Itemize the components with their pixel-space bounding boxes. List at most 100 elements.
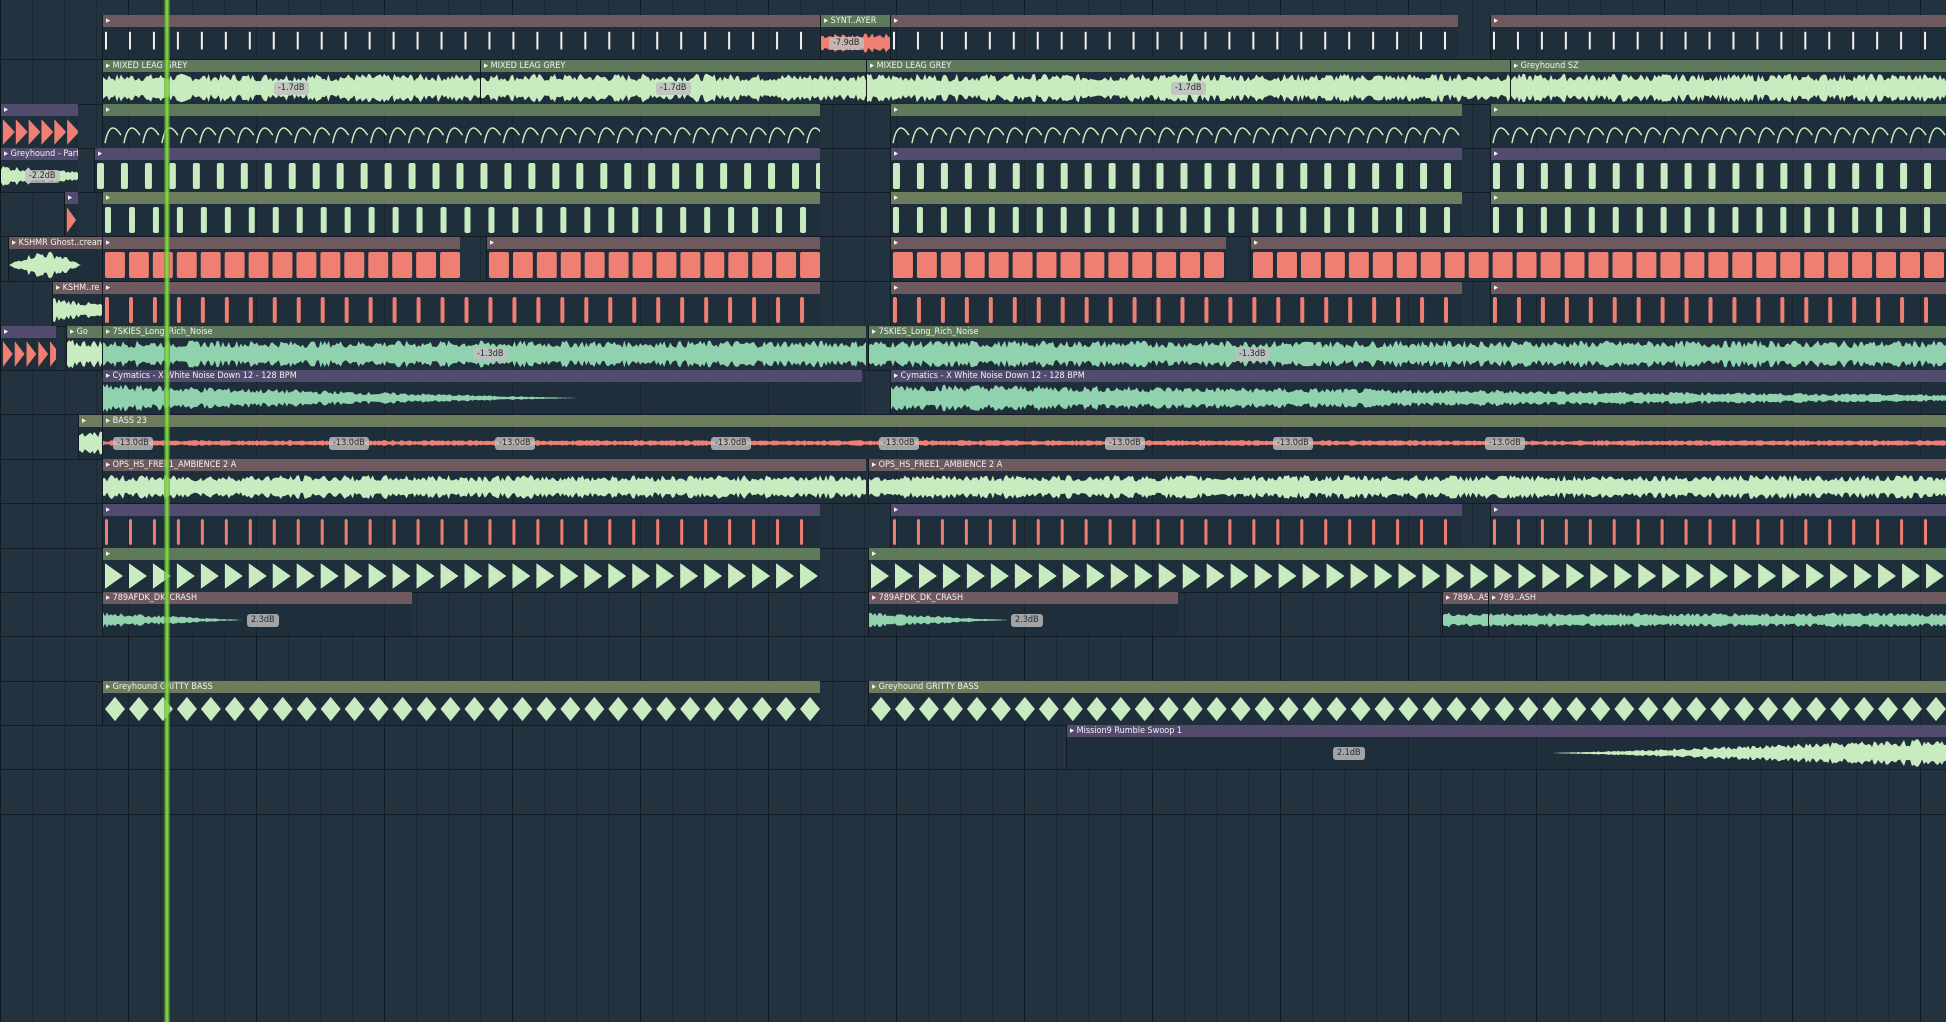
audio-clip[interactable]: ▸ 7SKIES_Long_Rich_Noise -1.3dB xyxy=(868,326,1946,370)
waveform-segment xyxy=(104,127,122,144)
playhead-marker[interactable] xyxy=(164,0,170,1022)
audio-clip[interactable]: ▸ xyxy=(78,415,102,459)
audio-clip[interactable]: ▸ xyxy=(486,237,820,281)
waveform-segment xyxy=(512,207,519,233)
waveform-segment xyxy=(1684,252,1705,278)
audio-clip[interactable]: ▸ KSHMR Ghost..cream (F#) xyxy=(8,237,102,281)
audio-clip[interactable]: ▸ 789AFDK_DK_CRASH 2.3dB xyxy=(102,592,412,636)
audio-clip[interactable]: ▸ xyxy=(1490,282,1946,326)
audio-clip[interactable]: ▸ xyxy=(102,104,820,148)
audio-clip[interactable]: ▸ xyxy=(1490,104,1946,148)
audio-clip[interactable]: ▸ BASS 23 -13.0dB -13.0dB -13.0dB -13.0dB -13… xyxy=(102,415,1946,459)
audio-clip[interactable]: ▸ xyxy=(1490,15,1946,59)
audio-clip[interactable]: ▸ xyxy=(890,15,1458,59)
waveform-segment xyxy=(120,163,128,189)
waveform-segment xyxy=(1276,252,1297,278)
waveform-segment xyxy=(1660,163,1668,189)
waveform-segment xyxy=(1924,519,1928,545)
audio-clip[interactable]: ▸ MIXED LEAG GREY -1.7dB xyxy=(866,60,1510,104)
audio-clip[interactable]: ▸ 789..ASH xyxy=(1488,592,1946,636)
waveform-segment xyxy=(320,696,341,722)
waveform-segment xyxy=(1276,31,1279,50)
audio-clip[interactable]: ▸ xyxy=(1490,504,1946,548)
waveform-segment xyxy=(1348,207,1355,233)
waveform-segment xyxy=(1636,31,1639,50)
waveform-segment xyxy=(368,207,375,233)
audio-clip[interactable]: ▸ MIXED LEAG GREY -1.7dB xyxy=(102,60,480,104)
waveform-segment xyxy=(536,519,540,545)
clip-waveform-area xyxy=(1491,27,1946,59)
waveform-segment xyxy=(632,696,653,722)
waveform-segment xyxy=(2,119,15,145)
waveform-segment xyxy=(870,563,889,589)
audio-clip[interactable]: ▸ Greyhound - Part_14 -2.2dB xyxy=(0,148,78,192)
waveform-segment xyxy=(1516,163,1524,189)
audio-clip[interactable]: ▸ xyxy=(1490,192,1946,236)
clip-waveform-area xyxy=(103,116,820,148)
audio-clip[interactable]: ▸ xyxy=(64,192,78,236)
audio-clip[interactable]: ▸ Cymatics - X White Noise Down 12 - 128… xyxy=(890,370,1946,414)
audio-clip[interactable]: ▸ xyxy=(102,504,820,548)
audio-clip[interactable]: ▸ xyxy=(890,504,1462,548)
clip-waveform-area: 2.3dB xyxy=(103,604,412,636)
audio-clip[interactable]: ▸ 789AFDK_DK_CRASH 2.3dB xyxy=(868,592,1178,636)
waveform-segment xyxy=(1900,207,1907,233)
audio-clip[interactable]: ▸ xyxy=(1250,237,1946,281)
audio-clip[interactable]: ▸ Go xyxy=(66,326,102,370)
audio-clip[interactable]: ▸ xyxy=(102,282,820,326)
audio-clip[interactable]: ▸ xyxy=(102,548,820,592)
audio-clip[interactable]: ▸ xyxy=(890,192,1462,236)
waveform-segment xyxy=(1804,297,1809,323)
audio-clip[interactable]: ▸ Mission9 Rumble Swoop 1 2.1dB xyxy=(1066,725,1946,769)
audio-clip[interactable]: ▸ xyxy=(94,148,820,192)
clip-waveform-area xyxy=(67,338,102,370)
waveform-graphic xyxy=(892,127,1460,144)
audio-clip[interactable]: ▸ 7SKIES_Long_Rich_Noise -1.3dB xyxy=(102,326,866,370)
waveform-segment xyxy=(1084,31,1087,50)
audio-clip[interactable]: ▸ xyxy=(0,104,78,148)
waveform-segment xyxy=(1776,127,1794,144)
waveform-segment xyxy=(673,127,691,144)
waveform-segment xyxy=(1290,127,1308,144)
audio-clip[interactable]: ▸ xyxy=(102,192,820,236)
audio-clip[interactable]: ▸ xyxy=(102,237,460,281)
audio-clip[interactable]: ▸ Greyhound SZ xyxy=(1510,60,1946,104)
audio-clip[interactable]: ▸ xyxy=(0,326,56,370)
playlist-arrangement[interactable]: ▸ ▸ SYNT..AYER -7.9dB ▸ ▸ ▸ MIXED LEAG GREY -1… xyxy=(0,0,1946,1022)
waveform-segment xyxy=(1492,297,1497,323)
clip-volume-badge: -13.0dB xyxy=(495,437,535,450)
audio-clip[interactable]: ▸ xyxy=(868,548,1946,592)
waveform-segment xyxy=(502,127,521,144)
audio-clip[interactable]: ▸ MIXED LEAG GREY -1.7dB xyxy=(480,60,866,104)
audio-clip[interactable]: ▸ xyxy=(890,237,1226,281)
clip-name: ▸ KSHM..re 08 xyxy=(53,282,102,294)
audio-clip[interactable]: ▸ xyxy=(102,15,820,59)
waveform-segment xyxy=(1588,252,1609,278)
waveform-segment xyxy=(224,696,245,722)
audio-clip[interactable]: ▸ Greyhound GRITTY BASS xyxy=(868,681,1946,725)
audio-clip[interactable]: ▸ OPS_HS_FREE1_AMBIENCE 2 A xyxy=(102,459,866,503)
waveform-segment xyxy=(1854,696,1875,722)
track-row: ▸ MIXED LEAG GREY -1.7dB ▸ MIXED LEAG GREY… xyxy=(0,60,1946,105)
waveform-segment xyxy=(1830,563,1849,589)
audio-clip[interactable]: ▸ 789A..ASH xyxy=(1442,592,1488,636)
waveform-segment xyxy=(1660,252,1681,278)
waveform-segment xyxy=(1708,163,1716,189)
audio-clip[interactable]: ▸ SYNT..AYER -7.9dB xyxy=(820,15,890,59)
waveform-segment xyxy=(892,252,913,278)
waveform-segment xyxy=(536,696,557,722)
waveform-segment xyxy=(892,207,899,233)
audio-clip[interactable]: ▸ xyxy=(1490,148,1946,192)
audio-clip[interactable]: ▸ xyxy=(890,148,1462,192)
audio-clip[interactable]: ▸ OPS_HS_FREE1_AMBIENCE 2 A xyxy=(868,459,1946,503)
audio-clip[interactable]: ▸ Greyhound GRITTY BASS xyxy=(102,681,820,725)
waveform-segment xyxy=(800,696,820,722)
waveform-segment xyxy=(142,127,160,144)
waveform-segment xyxy=(344,696,365,722)
audio-clip[interactable]: ▸ Cymatics - X White Noise Down 12 - 128… xyxy=(102,370,862,414)
waveform-segment xyxy=(1043,127,1062,144)
audio-clip[interactable]: ▸ KSHM..re 08 xyxy=(52,282,102,326)
audio-clip[interactable]: ▸ xyxy=(890,282,1462,326)
waveform-segment xyxy=(1756,519,1760,545)
audio-clip[interactable]: ▸ xyxy=(890,104,1462,148)
